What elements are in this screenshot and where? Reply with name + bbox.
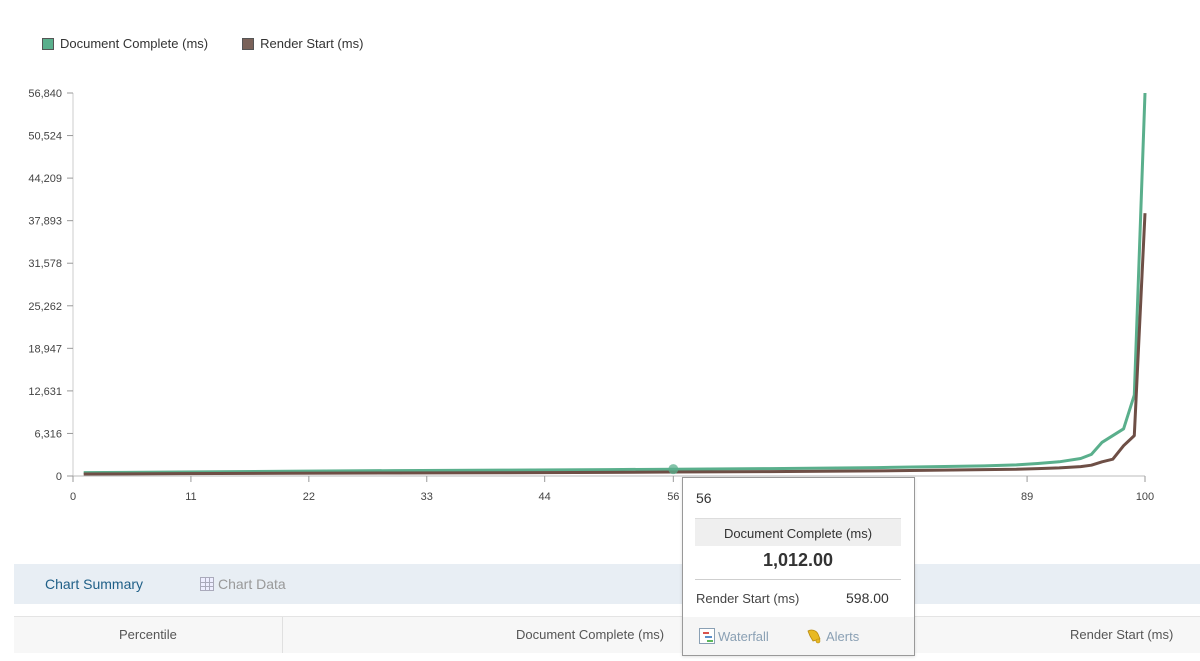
column-header-percentile[interactable]: Percentile [119,627,177,642]
y-tick-label: 37,893 [28,216,62,228]
alerts-label: Alerts [826,628,860,644]
series-line-document-complete [83,92,1147,475]
y-tick-label: 56,840 [28,88,62,100]
tab-chart-data-label: Chart Data [218,576,286,592]
highlighted-data-point [668,464,679,475]
bell-icon [807,629,821,644]
column-header-render-start[interactable]: Render Start (ms) [1070,627,1173,642]
alerts-link[interactable]: Alerts [805,628,859,644]
column-divider [282,617,283,653]
column-header-document-complete[interactable]: Document Complete (ms) [516,627,664,642]
x-tick-label: 0 [70,491,76,503]
tooltip-actions: Waterfall Alerts [683,617,914,655]
x-tick-label: 89 [1021,491,1033,503]
table-grid-icon [200,577,214,591]
x-tick-label: 22 [303,491,315,503]
x-tick-label: 44 [539,491,551,503]
tooltip-series-header: Document Complete (ms) [695,518,901,546]
y-tick-label: 12,631 [28,386,62,398]
x-tick-label: 33 [421,491,433,503]
x-tick-label: 56 [667,491,679,503]
summary-table-header: Percentile Document Complete (ms) Render… [14,616,1200,653]
waterfall-link[interactable]: Waterfall [699,628,769,644]
waterfall-label: Waterfall [718,628,769,644]
tab-chart-data[interactable]: Chart Data [200,576,286,592]
tooltip-render-start-value: 598.00 [846,590,889,606]
y-tick-label: 25,262 [28,301,62,313]
chart-tooltip: 56 Document Complete (ms) 1,012.00 Rende… [682,477,915,656]
tooltip-x-value: 56 [696,490,712,506]
tab-chart-summary[interactable]: Chart Summary [45,576,143,592]
y-tick-label: 44,209 [28,173,62,185]
y-tick-label: 0 [56,471,62,483]
chart-panel: Document Complete (ms) Render Start (ms)… [0,0,1200,661]
chart-tabs-bar: Chart Summary Chart Data [14,564,1200,604]
y-tick-label: 31,578 [28,258,62,270]
tooltip-main-value: 1,012.00 [762,550,834,570]
series-line-render-start [83,213,1147,476]
waterfall-icon [699,628,715,644]
y-tick-label: 6,316 [34,428,62,440]
tooltip-separator [695,579,901,580]
line-chart[interactable]: 0 6,316 12,631 18,947 25,262 31,578 37,893 44,2… [0,0,1200,520]
y-tick-label: 18,947 [28,343,62,355]
x-tick-label: 11 [185,491,196,503]
tooltip-render-start-label: Render Start (ms) [696,591,800,606]
x-tick-label: 100 [1136,491,1154,503]
y-tick-label: 50,524 [28,131,62,143]
